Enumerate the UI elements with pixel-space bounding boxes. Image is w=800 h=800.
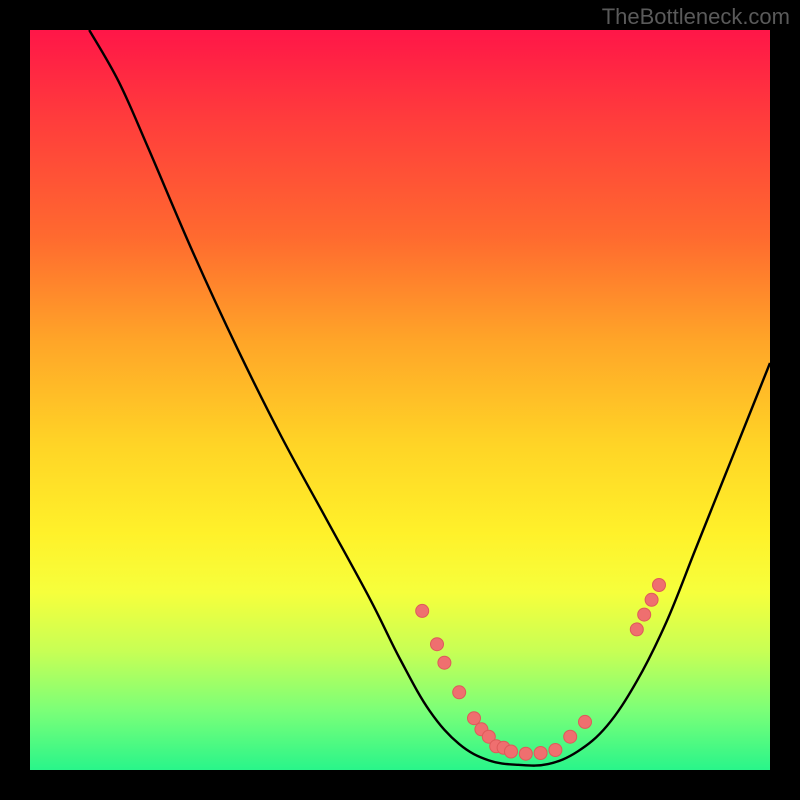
data-point	[431, 638, 444, 651]
data-point	[564, 730, 577, 743]
data-point	[579, 715, 592, 728]
data-point	[638, 608, 651, 621]
data-point	[453, 686, 466, 699]
data-point	[519, 747, 532, 760]
data-point	[534, 747, 547, 760]
chart-svg	[30, 30, 770, 770]
data-point	[416, 604, 429, 617]
data-point	[645, 593, 658, 606]
bottleneck-curve	[89, 30, 770, 766]
chart-plot-area	[30, 30, 770, 770]
data-point	[438, 656, 451, 669]
data-point	[505, 745, 518, 758]
data-point	[630, 623, 643, 636]
data-point	[468, 712, 481, 725]
chart-data-points	[416, 579, 666, 761]
data-point	[653, 579, 666, 592]
data-point	[549, 744, 562, 757]
watermark-text: TheBottleneck.com	[602, 4, 790, 30]
